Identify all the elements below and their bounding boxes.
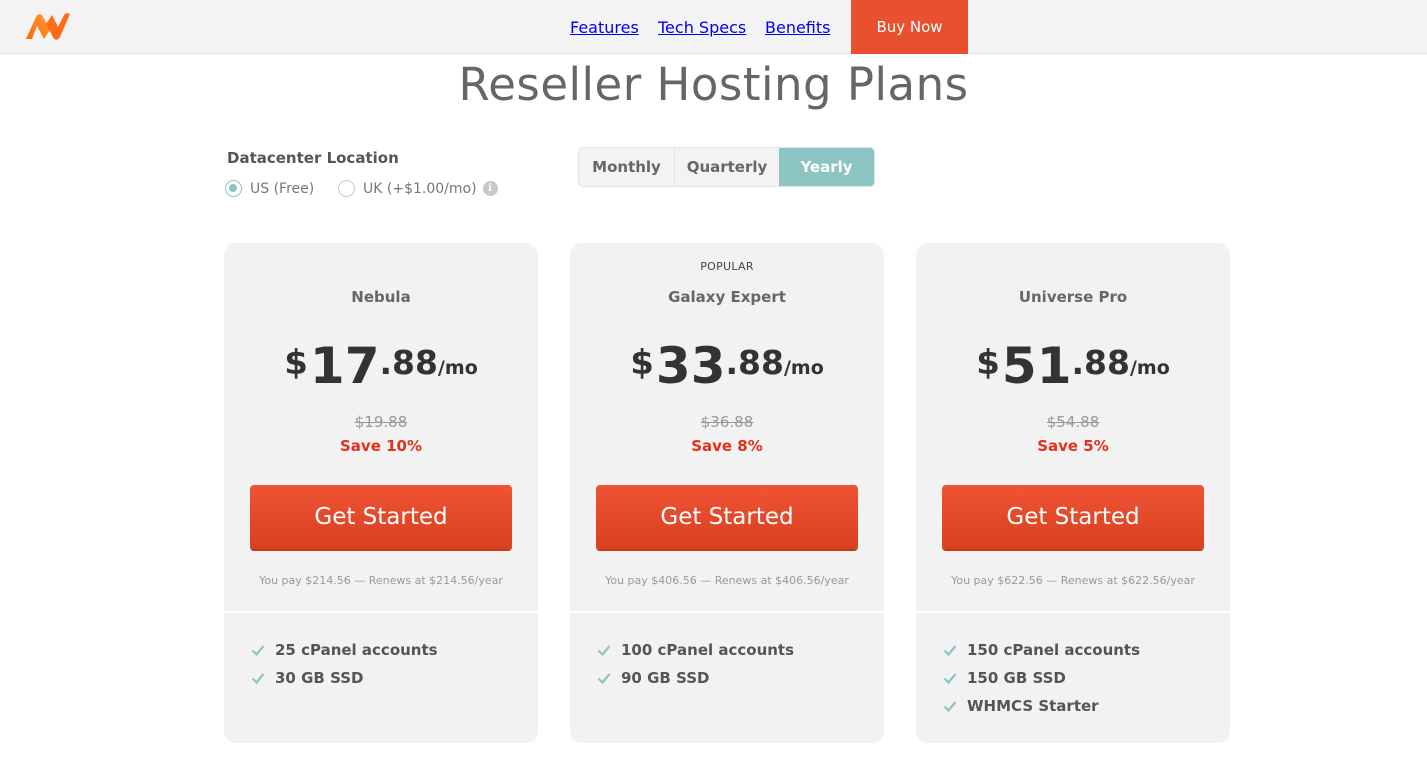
radio-button-uk[interactable] (338, 180, 355, 197)
billing-option-monthly[interactable]: Monthly (579, 148, 675, 186)
price-currency: $ (284, 343, 308, 383)
price-period: /mo (1129, 357, 1170, 379)
feature-item: 150 GB SSD (943, 664, 1140, 692)
feature-list: 150 cPanel accounts 150 GB SSD WHMCS Sta… (943, 636, 1140, 720)
feature-label: 150 GB SSD (967, 669, 1066, 687)
plan-price: $ 33 .88 /mo (570, 335, 884, 397)
buy-now-button[interactable]: Buy Now (851, 0, 968, 54)
card-divider (916, 611, 1230, 613)
checkmark-icon (943, 673, 957, 685)
plan-price: $ 51 .88 /mo (916, 335, 1230, 397)
get-started-button[interactable]: Get Started (250, 485, 512, 549)
renewal-text: You pay $214.56 — Renews at $214.56/year (259, 574, 503, 587)
feature-item: 150 cPanel accounts (943, 636, 1140, 664)
plan-name: Galaxy Expert (668, 288, 786, 306)
original-price: $36.88 (700, 413, 754, 431)
original-price: $54.88 (1046, 413, 1100, 431)
checkmark-icon (251, 645, 265, 657)
plan-price: $ 17 .88 /mo (224, 335, 538, 397)
popular-badge: POPULAR (700, 260, 754, 273)
nav-features[interactable]: Features (570, 0, 639, 54)
card-divider (224, 611, 538, 613)
top-nav-bar: Features Tech Specs Benefits Buy Now (0, 0, 1427, 54)
price-whole: 51 (1001, 337, 1072, 395)
price-currency: $ (630, 343, 654, 383)
feature-item: WHMCS Starter (943, 692, 1140, 720)
feature-label: 100 cPanel accounts (621, 641, 795, 659)
feature-label: 90 GB SSD (621, 669, 710, 687)
billing-cycle-toggle: Monthly Quarterly Yearly (578, 147, 875, 187)
price-cents: .88 (379, 343, 438, 382)
savings-text: Save 5% (1037, 437, 1109, 455)
price-currency: $ (976, 343, 1000, 383)
checkmark-icon (943, 701, 957, 713)
price-cents: .88 (1071, 343, 1130, 382)
renewal-text: You pay $622.56 — Renews at $622.56/year (951, 574, 1195, 587)
renewal-text: You pay $406.56 — Renews at $406.56/year (605, 574, 849, 587)
feature-label: WHMCS Starter (967, 697, 1099, 715)
feature-item: 90 GB SSD (597, 664, 794, 692)
price-cents: .88 (725, 343, 784, 382)
original-price: $19.88 (354, 413, 408, 431)
plan-name: Nebula (351, 288, 411, 306)
namecheap-logo-icon[interactable] (24, 12, 72, 42)
feature-item: 100 cPanel accounts (597, 636, 794, 664)
feature-list: 100 cPanel accounts 90 GB SSD (597, 636, 794, 692)
radio-option-us[interactable]: US (Free) (225, 180, 314, 197)
radio-option-uk[interactable]: UK (+$1.00/mo) i (338, 180, 498, 197)
feature-label: 25 cPanel accounts (275, 641, 438, 659)
price-period: /mo (783, 357, 824, 379)
nav-tech-specs[interactable]: Tech Specs (658, 0, 746, 54)
radio-button-us[interactable] (225, 180, 242, 197)
feature-label: 150 cPanel accounts (967, 641, 1141, 659)
price-whole: 17 (309, 337, 380, 395)
plan-card-galaxy-expert: POPULAR Galaxy Expert $ 33 .88 /mo $36.8… (570, 243, 884, 743)
savings-text: Save 10% (339, 437, 422, 455)
feature-label: 30 GB SSD (275, 669, 364, 687)
get-started-button[interactable]: Get Started (596, 485, 858, 549)
page-title: Reseller Hosting Plans (458, 58, 969, 111)
price-period: /mo (437, 357, 478, 379)
feature-item: 30 GB SSD (251, 664, 438, 692)
checkmark-icon (251, 673, 265, 685)
radio-label-uk: UK (+$1.00/mo) (363, 180, 477, 197)
card-divider (570, 611, 884, 613)
datacenter-location-label: Datacenter Location (227, 149, 399, 167)
nav-benefits[interactable]: Benefits (765, 0, 831, 54)
price-whole: 33 (655, 337, 726, 395)
get-started-button[interactable]: Get Started (942, 485, 1204, 549)
plan-name: Universe Pro (1018, 288, 1128, 306)
radio-label-us: US (Free) (250, 180, 315, 197)
billing-option-yearly[interactable]: Yearly (779, 148, 874, 186)
checkmark-icon (943, 645, 957, 657)
checkmark-icon (597, 645, 611, 657)
feature-list: 25 cPanel accounts 30 GB SSD (251, 636, 438, 692)
plan-card-universe-pro: Universe Pro $ 51 .88 /mo $54.88 Save 5%… (916, 243, 1230, 743)
savings-text: Save 8% (691, 437, 763, 455)
billing-option-quarterly[interactable]: Quarterly (675, 148, 779, 186)
plan-card-nebula: Nebula $ 17 .88 /mo $19.88 Save 10% Get … (224, 243, 538, 743)
feature-item: 25 cPanel accounts (251, 636, 438, 664)
checkmark-icon (597, 673, 611, 685)
info-icon[interactable]: i (482, 181, 498, 196)
